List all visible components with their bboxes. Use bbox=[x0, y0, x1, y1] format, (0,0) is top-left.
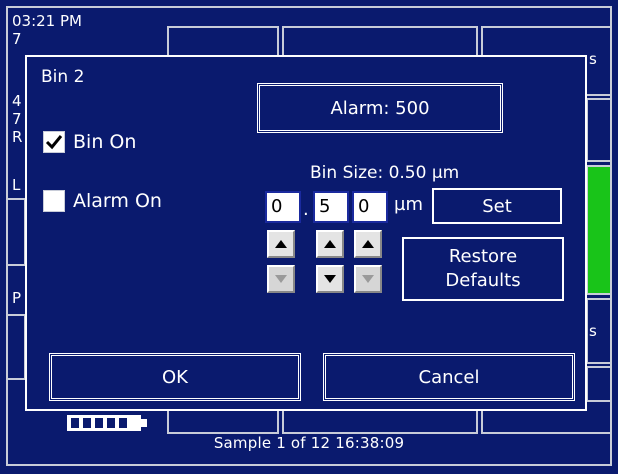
side-fragment: 7 bbox=[12, 30, 22, 48]
up-arrow-icon bbox=[362, 240, 374, 248]
status-line: Sample 1 of 12 16:38:09 bbox=[213, 434, 405, 452]
tenths-down-button[interactable] bbox=[316, 265, 344, 293]
down-arrow-icon bbox=[324, 275, 336, 283]
bin-on-checkbox[interactable] bbox=[43, 131, 65, 153]
alarm-button[interactable]: Alarm: 500 bbox=[257, 83, 503, 133]
up-arrow-icon bbox=[275, 240, 287, 248]
down-arrow-icon bbox=[275, 275, 287, 283]
hundredths-up-button[interactable] bbox=[354, 230, 382, 258]
ok-button[interactable]: OK bbox=[49, 353, 301, 401]
digit-field-hundredths[interactable]: 0 bbox=[352, 191, 388, 223]
right-fragment: s bbox=[589, 322, 597, 340]
side-fragment: L bbox=[12, 176, 21, 194]
units-up-button[interactable] bbox=[267, 230, 295, 258]
side-fragment: 4 bbox=[12, 92, 22, 110]
bin-on-row[interactable]: Bin On bbox=[43, 131, 136, 153]
background-tile[interactable] bbox=[586, 98, 612, 162]
bin-size-label: Bin Size: 0.50 µm bbox=[310, 163, 460, 183]
cancel-button[interactable]: Cancel bbox=[323, 353, 575, 401]
hundredths-down-button[interactable] bbox=[354, 265, 382, 293]
side-fragment: 7 bbox=[12, 110, 22, 128]
right-fragment: s bbox=[589, 50, 597, 68]
restore-defaults-button[interactable]: Restore Defaults bbox=[402, 237, 564, 301]
side-fragment: R bbox=[12, 128, 23, 146]
checkmark-icon bbox=[45, 135, 63, 150]
alarm-on-checkbox[interactable] bbox=[43, 190, 65, 212]
bin-settings-dialog: Bin 2 Alarm: 500 Bin On Alarm On Bin Siz… bbox=[25, 55, 587, 411]
down-arrow-icon bbox=[362, 275, 374, 283]
status-green-panel bbox=[586, 165, 612, 295]
digit-field-tenths[interactable]: 5 bbox=[313, 191, 349, 223]
decimal-separator: . bbox=[303, 199, 309, 220]
alarm-on-label: Alarm On bbox=[73, 190, 162, 212]
up-arrow-icon bbox=[324, 240, 336, 248]
alarm-on-row[interactable]: Alarm On bbox=[43, 190, 162, 212]
background-tile[interactable] bbox=[6, 198, 26, 266]
battery-icon bbox=[67, 415, 147, 431]
background-tile[interactable] bbox=[6, 314, 26, 380]
units-down-button[interactable] bbox=[267, 265, 295, 293]
side-fragment: P bbox=[12, 289, 22, 307]
digit-field-units[interactable]: 0 bbox=[265, 191, 301, 223]
clock: 03:21 PM bbox=[12, 12, 82, 30]
dialog-title: Bin 2 bbox=[41, 67, 85, 87]
restore-defaults-line1: Restore bbox=[448, 246, 518, 267]
bin-on-label: Bin On bbox=[73, 131, 137, 153]
restore-defaults-line2: Defaults bbox=[445, 270, 521, 291]
set-button[interactable]: Set bbox=[432, 188, 562, 224]
tenths-up-button[interactable] bbox=[316, 230, 344, 258]
unit-label: µm bbox=[394, 194, 423, 215]
